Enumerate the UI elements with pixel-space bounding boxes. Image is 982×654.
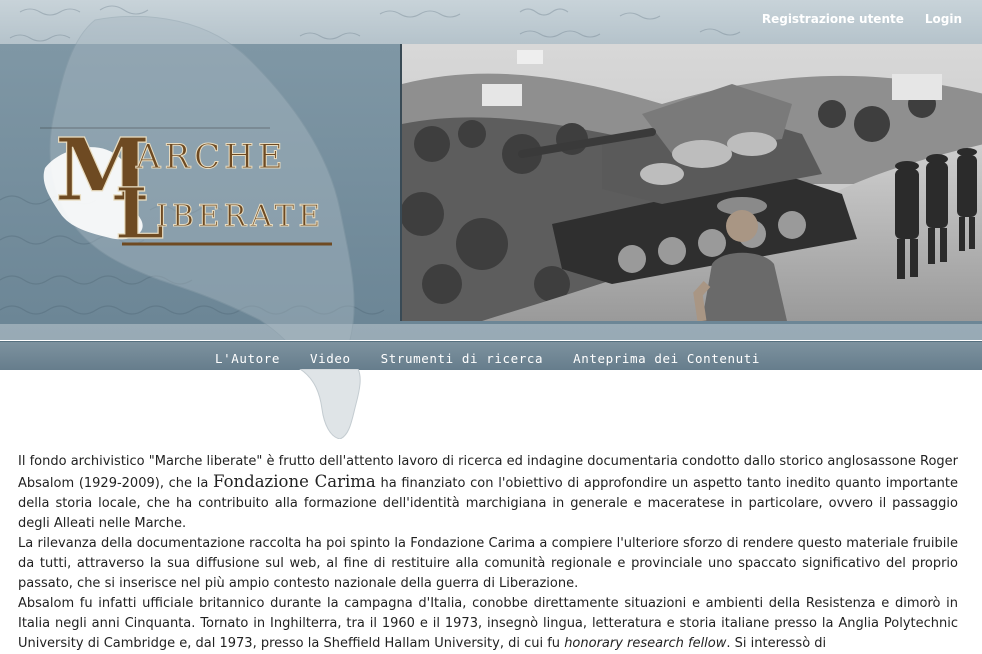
logo-word-liberate: IBERATE (156, 199, 324, 234)
paragraph-2: La rilevanza della documentazione raccol… (18, 536, 958, 591)
foundation-name: Fondazione Carima (213, 472, 376, 491)
nav-item-video[interactable]: Video (310, 351, 351, 366)
login-link[interactable]: Login (925, 12, 962, 26)
main-nav: L'Autore Video Strumenti di ricerca Ante… (0, 341, 982, 370)
logo-word-marche: ARCHE (135, 137, 287, 177)
top-links: Registrazione utente Login (762, 12, 962, 26)
nav-item-content-preview[interactable]: Anteprima dei Contenuti (573, 351, 760, 366)
site-header: M ARCHE L IBERATE Registrazione utente L… (0, 0, 982, 340)
register-link[interactable]: Registrazione utente (762, 12, 904, 26)
paragraph-1: Il fondo archivistico "Marche liberate" … (18, 452, 958, 534)
site-logo[interactable]: M ARCHE L IBERATE (40, 108, 340, 258)
paragraph-3: Absalom fu infatti ufficiale britannico … (18, 594, 958, 654)
nav-item-research-tools[interactable]: Strumenti di ricerca (381, 351, 544, 366)
intro-text: Il fondo archivistico "Marche liberate" … (18, 452, 958, 654)
region-map-tail (299, 369, 361, 439)
header-photo (400, 44, 982, 321)
nav-item-author[interactable]: L'Autore (215, 351, 280, 366)
